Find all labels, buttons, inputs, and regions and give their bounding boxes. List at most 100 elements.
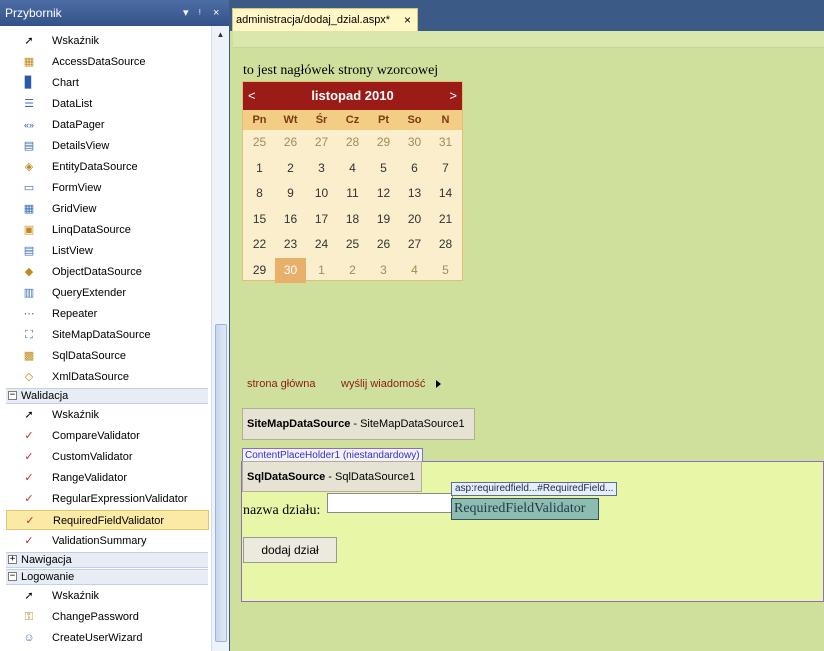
sql-datasource-control[interactable]: SqlDataSource - SqlDataSource1 [242,461,422,492]
calendar-day[interactable]: 30 [399,130,430,155]
toolbox-item-pointer[interactable]: ➚ Wskaźnik [6,405,209,425]
toolbox-item-sqldatasource[interactable]: ▩ SqlDataSource [6,346,209,366]
calendar-day[interactable]: 19 [368,207,399,232]
calendar-day[interactable]: 9 [275,181,306,206]
calendar-day[interactable]: 4 [399,258,430,283]
toolbox-item-repeater[interactable]: ⋯ Repeater [6,304,209,324]
toolbox-item-customvalidator[interactable]: ✓ CustomValidator [6,447,209,467]
toolbox-item-entitydatasource[interactable]: ◈ EntityDataSource [6,157,209,177]
sitemap-link-home[interactable]: strona główna [247,376,316,392]
toolbox-item-validationsummary[interactable]: ✓ ValidationSummary [6,531,209,551]
toolbox-category-nawigacja[interactable]: + Nawigacja [6,552,208,568]
toolbox-item-formview[interactable]: ▭ FormView [6,178,209,198]
calendar-day[interactable]: 14 [430,181,461,206]
department-name-input[interactable] [327,493,453,513]
toolbox-item-regularexpressionvalidator[interactable]: ✓ RegularExpressionValidator [6,489,209,509]
calendar-day[interactable]: 4 [337,156,368,181]
toolbox-item-label: FormView [52,182,102,194]
dropdown-icon[interactable]: ▾ [183,0,189,26]
calendar-day[interactable]: 23 [275,232,306,257]
key-icon: ⚿ [24,611,34,623]
toolbox-item-comparevalidator[interactable]: ✓ CompareValidator [6,426,209,446]
toolbox-item-gridview[interactable]: ▦ GridView [6,199,209,219]
toolbox-item-sitemapdatasource[interactable]: ⛶ SiteMapDataSource [6,325,209,345]
calendar-day[interactable]: 28 [430,232,461,257]
toolbox-item-queryextender[interactable]: ▥ QueryExtender [6,283,209,303]
calendar-day[interactable]: 29 [368,130,399,155]
toolbox-item-chart[interactable]: ▊ Chart [6,73,209,93]
calendar-day[interactable]: 24 [306,232,337,257]
pin-icon[interactable]: ᵎ [199,0,201,26]
add-department-button[interactable]: dodaj dział [243,537,337,563]
calendar-day[interactable]: 21 [430,207,461,232]
collapse-icon[interactable]: − [8,391,17,400]
calendar-day[interactable]: 13 [399,181,430,206]
calendar-day[interactable]: 11 [337,181,368,206]
calendar-day[interactable]: 20 [399,207,430,232]
toolbox-item-createuserwizard[interactable]: ☺ CreateUserWizard [6,628,209,648]
calendar-day[interactable]: 18 [337,207,368,232]
calendar-day[interactable]: 7 [430,156,461,181]
close-tab-icon[interactable]: × [404,9,411,31]
calendar-day[interactable]: 25 [244,130,275,155]
calendar-day[interactable]: 3 [306,156,337,181]
calendar-day[interactable]: 17 [306,207,337,232]
calendar-day[interactable]: 27 [306,130,337,155]
calendar-day[interactable]: 27 [399,232,430,257]
close-icon[interactable]: × [213,0,219,26]
scroll-up-icon[interactable]: ▲ [214,28,227,42]
collapse-icon[interactable]: − [8,572,17,581]
calendar-day[interactable]: 25 [337,232,368,257]
calendar-day[interactable]: 31 [430,130,461,155]
required-field-validator[interactable]: RequiredFieldValidator [451,498,599,520]
sitemap-link-send-message[interactable]: wyślij wiadomość [341,376,425,392]
toolbox-category-logowanie[interactable]: − Logowanie [6,569,208,585]
expand-icon[interactable]: + [8,555,17,564]
toolbox-item-xmldatasource[interactable]: ◇ XmlDataSource [6,367,209,387]
calendar-day[interactable]: 5 [368,156,399,181]
calendar-day[interactable]: 26 [275,130,306,155]
toolbox-scrollbar[interactable]: ▲ [211,26,229,651]
calendar-day-names: Pn Wt Śr Cz Pt So N [243,110,462,130]
calendar-day[interactable]: 30 [275,257,306,283]
design-surface[interactable]: to jest nagłówek strony wzorcowej listop… [230,31,824,651]
toolbox-item-listview[interactable]: ▤ ListView [6,241,209,261]
calendar-day[interactable]: 8 [244,181,275,206]
toolbox-item-requiredfieldvalidator[interactable]: ✓ RequiredFieldValidator [6,510,209,530]
calendar-day[interactable]: 16 [275,207,306,232]
calendar-day[interactable]: 2 [337,258,368,283]
calendar[interactable]: listopad 2010 < > Pn Wt Śr Cz Pt So N 25 26 27 28… [242,81,463,283]
toolbox-item-objectdatasource[interactable]: ◆ ObjectDataSource [6,262,209,282]
linq-icon: ▣ [23,224,35,236]
toolbox-item-changepassword[interactable]: ⚿ ChangePassword [6,607,209,627]
calendar-day[interactable]: 28 [337,130,368,155]
tab-dodaj-dzial[interactable]: administracja/dodaj_dzial.aspx* × [232,8,418,31]
repeater-icon: ⋯ [23,308,35,320]
calendar-next-month[interactable]: > [449,82,457,110]
calendar-day[interactable]: 2 [275,156,306,181]
toolbox-item-accessdatasource[interactable]: ▦ AccessDataSource [6,52,209,72]
toolbox-category-walidacja[interactable]: − Walidacja [6,388,208,404]
toolbox-item-pointer[interactable]: ➚ Wskaźnik [6,31,209,51]
calendar-day[interactable]: 6 [399,156,430,181]
calendar-day[interactable]: 26 [368,232,399,257]
scrollbar-thumb[interactable] [215,324,227,642]
calendar-day[interactable]: 1 [306,258,337,283]
toolbox-item-datalist[interactable]: ☰ DataList [6,94,209,114]
calendar-day[interactable]: 29 [244,258,275,283]
calendar-day[interactable]: 10 [306,181,337,206]
toolbox-item-detailsview[interactable]: ▤ DetailsView [6,136,209,156]
calendar-day[interactable]: 5 [430,258,461,283]
sitemap-datasource-control[interactable]: SiteMapDataSource - SiteMapDataSource1 [242,408,475,440]
calendar-day[interactable]: 3 [368,258,399,283]
calendar-day[interactable]: 22 [244,232,275,257]
toolbox-item-datapager[interactable]: «» DataPager [6,115,209,135]
toolbox-item-rangevalidator[interactable]: ✓ RangeValidator [6,468,209,488]
toolbox-item-label: Chart [52,77,79,89]
calendar-day[interactable]: 12 [368,181,399,206]
toolbox-item-pointer[interactable]: ➚ Wskaźnik [6,586,209,606]
calendar-prev-month[interactable]: < [248,82,256,110]
toolbox-item-linqdatasource[interactable]: ▣ LinqDataSource [6,220,209,240]
calendar-day[interactable]: 1 [244,156,275,181]
calendar-day[interactable]: 15 [244,207,275,232]
